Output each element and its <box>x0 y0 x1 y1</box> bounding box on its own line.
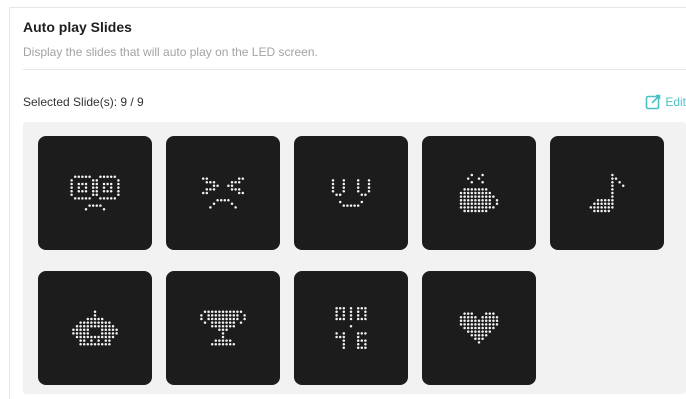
slide-2[interactable] <box>166 136 280 250</box>
slide-4[interactable] <box>422 136 536 250</box>
selected-count: Selected Slide(s): 9 / 9 <box>23 95 144 109</box>
header-divider <box>23 69 686 70</box>
squint-face-icon <box>201 177 245 209</box>
trophy-icon <box>200 310 246 346</box>
slide-8[interactable] <box>294 271 408 385</box>
music-note-icon <box>589 173 625 213</box>
robot-icon <box>72 310 118 346</box>
heart-icon <box>459 312 499 344</box>
auto-play-slides-page: Auto play Slides Display the slides that… <box>0 0 686 399</box>
section-description: Display the slides that will auto play o… <box>23 45 318 59</box>
top-divider <box>9 7 686 8</box>
section-title: Auto play Slides <box>23 19 132 35</box>
edit-icon <box>645 94 661 110</box>
left-divider <box>9 7 10 399</box>
slide-7[interactable] <box>166 271 280 385</box>
eyes-face-icon <box>70 175 120 211</box>
slides-grid <box>23 122 686 394</box>
smile-face-icon <box>331 179 371 207</box>
slide-6[interactable] <box>38 271 152 385</box>
clock-digits-icon <box>335 306 367 350</box>
slide-3[interactable] <box>294 136 408 250</box>
coffee-cup-icon <box>459 173 499 213</box>
slide-9[interactable] <box>422 271 536 385</box>
slide-5[interactable] <box>550 136 664 250</box>
edit-button[interactable]: Edit <box>645 94 686 110</box>
slide-1[interactable] <box>38 136 152 250</box>
edit-label: Edit <box>665 95 686 109</box>
